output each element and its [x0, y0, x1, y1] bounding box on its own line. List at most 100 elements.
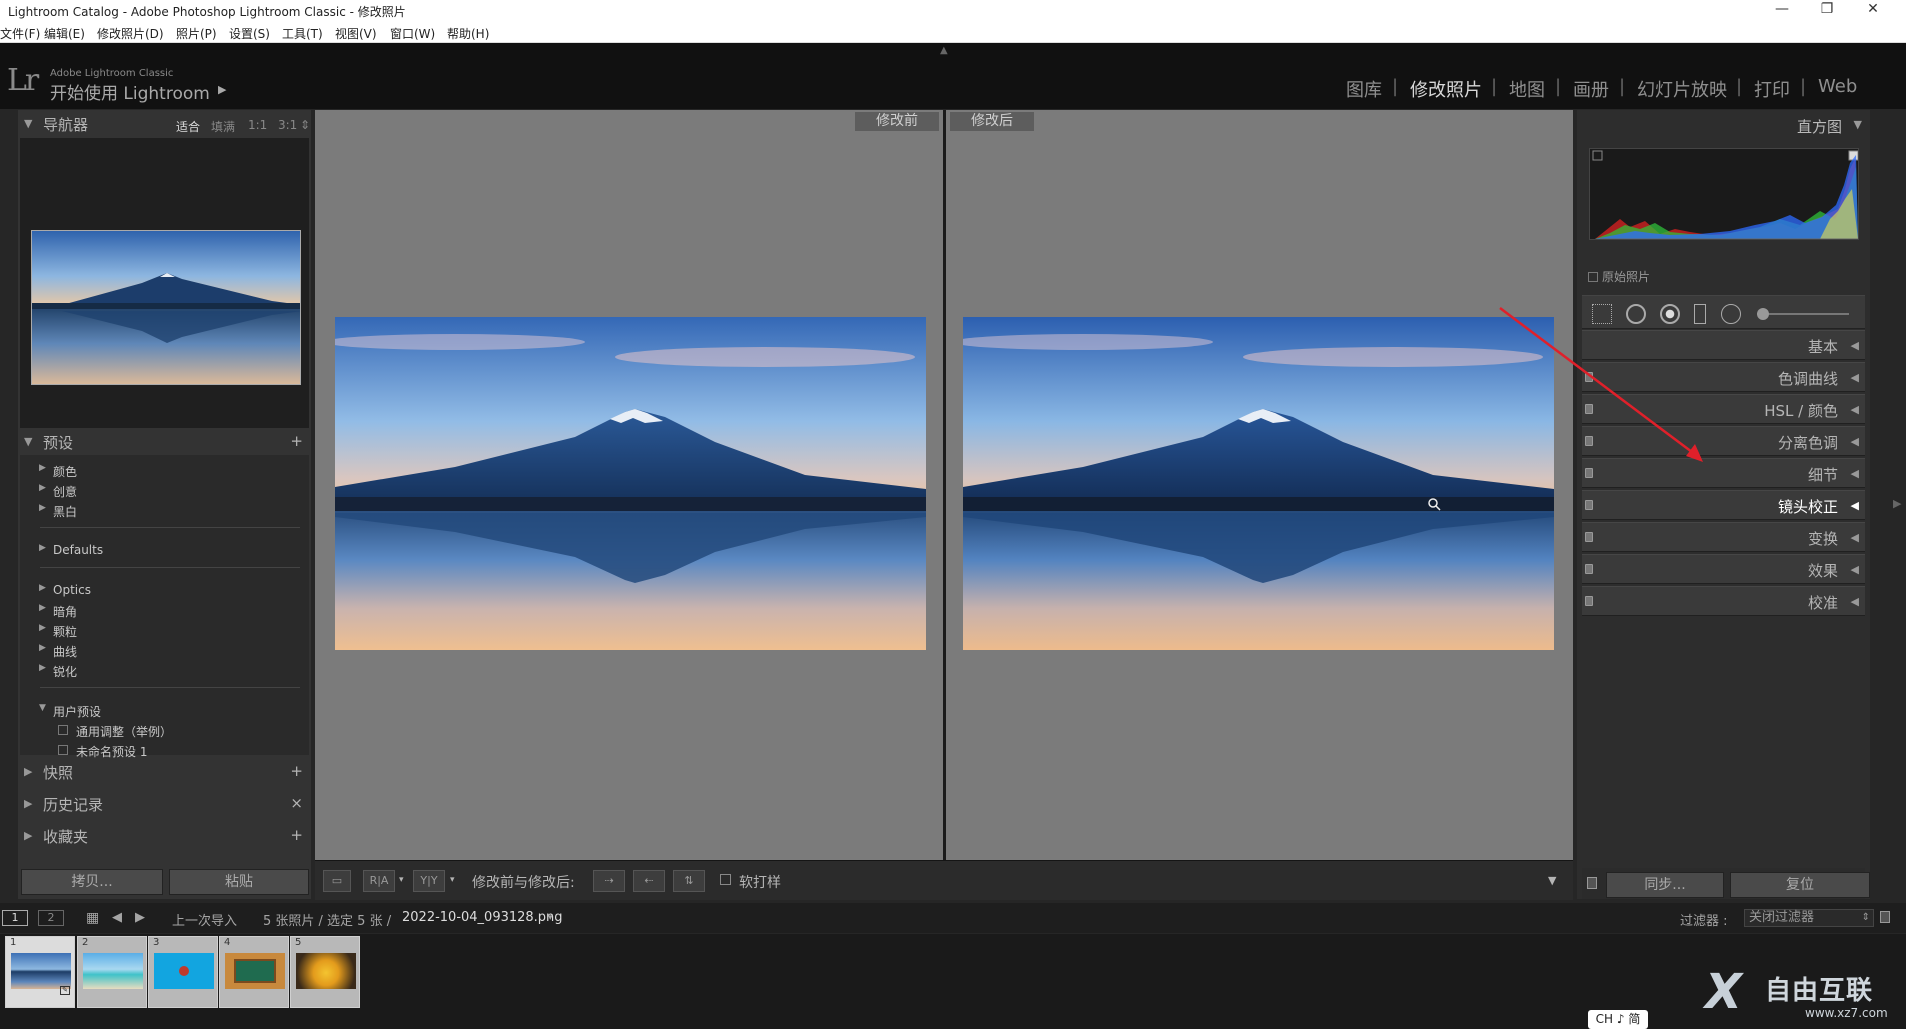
- section-transform[interactable]: 变换 ◀: [1582, 522, 1865, 552]
- histogram-header[interactable]: 直方图 ▼: [1577, 110, 1870, 138]
- before-after-lr-button[interactable]: R|A: [363, 870, 395, 892]
- ime-indicator[interactable]: CH ♪ 简: [1588, 1010, 1648, 1029]
- preset-group[interactable]: ▶ 颗粒: [20, 621, 309, 639]
- menu-photo[interactable]: 照片(P): [176, 25, 217, 42]
- module-book[interactable]: 画册: [1573, 76, 1609, 102]
- filmstrip-thumb[interactable]: 3: [148, 936, 218, 1008]
- copy-after-to-before-icon[interactable]: ⇠: [633, 870, 665, 892]
- source-label[interactable]: 上一次导入: [172, 910, 237, 929]
- navigator-header[interactable]: ▼ 导航器 适合 填满 1:1 3:1 ⇕: [18, 110, 311, 138]
- brush-slider[interactable]: [1757, 313, 1849, 315]
- original-photo-toggle[interactable]: 原始照片: [1588, 268, 1650, 285]
- getting-started-link[interactable]: 开始使用 Lightroom: [50, 79, 210, 104]
- preset-group[interactable]: ▶ Optics: [20, 581, 309, 599]
- zoom-fit[interactable]: 适合: [176, 118, 200, 135]
- copy-settings-button[interactable]: 拷贝...: [21, 869, 163, 895]
- reset-button[interactable]: 复位: [1730, 872, 1870, 898]
- history-header[interactable]: ▶ 历史记录 ×: [18, 790, 311, 818]
- menu-view[interactable]: 视图(V): [335, 25, 377, 42]
- module-develop[interactable]: 修改照片: [1410, 76, 1482, 102]
- histogram[interactable]: [1589, 148, 1859, 240]
- presets-header[interactable]: ▼ 预设 +: [18, 428, 311, 456]
- navigator-preview-area[interactable]: [20, 138, 309, 428]
- preset-group[interactable]: ▶ 黑白: [20, 501, 309, 519]
- snapshots-header[interactable]: ▶ 快照 +: [18, 758, 311, 786]
- module-web[interactable]: Web: [1818, 76, 1857, 97]
- right-panel-toggle-icon[interactable]: ▶: [1893, 497, 1901, 510]
- section-switch[interactable]: [1585, 564, 1593, 574]
- adjustment-brush-icon[interactable]: [1757, 308, 1769, 320]
- auto-sync-switch[interactable]: [1587, 877, 1597, 889]
- preset-item[interactable]: 通用调整（举例）: [20, 721, 309, 739]
- preset-group[interactable]: ▶ 暗角: [20, 601, 309, 619]
- preset-group-user[interactable]: ▼ 用户预设: [20, 701, 309, 719]
- collections-header[interactable]: ▶ 收藏夹 +: [18, 822, 311, 850]
- module-map[interactable]: 地图: [1509, 76, 1545, 102]
- loupe-view-button[interactable]: ▭: [323, 870, 351, 892]
- second-screen-button[interactable]: 2: [38, 910, 64, 926]
- dropdown-arrow-icon[interactable]: ▾: [450, 875, 455, 885]
- restore-icon[interactable]: ❐: [1807, 1, 1847, 17]
- before-after-split-button[interactable]: Y|Y: [413, 870, 445, 892]
- preset-group[interactable]: ▶ 曲线: [20, 641, 309, 659]
- paste-settings-button[interactable]: 粘贴: [169, 869, 309, 895]
- module-library[interactable]: 图库: [1346, 76, 1382, 102]
- collapse-triangle-icon[interactable]: ▼: [24, 117, 32, 130]
- zoom-dropdown-icon[interactable]: ⇕: [300, 118, 310, 132]
- expand-triangle-icon[interactable]: ▶: [24, 765, 32, 778]
- zoom-1-1[interactable]: 1:1: [248, 118, 267, 132]
- grid-view-icon[interactable]: ▦: [86, 910, 99, 926]
- section-switch[interactable]: [1585, 500, 1593, 510]
- collapse-triangle-icon[interactable]: ▼: [24, 435, 32, 448]
- close-icon[interactable]: ✕: [1853, 1, 1893, 17]
- expand-triangle-icon[interactable]: ▶: [24, 797, 32, 810]
- before-photo[interactable]: [335, 317, 926, 650]
- navigator-thumbnail[interactable]: [31, 230, 301, 385]
- section-calibration[interactable]: 校准 ◀: [1582, 586, 1865, 616]
- section-effects[interactable]: 效果 ◀: [1582, 554, 1865, 584]
- sync-button[interactable]: 同步...: [1606, 872, 1724, 898]
- module-slideshow[interactable]: 幻灯片放映: [1637, 76, 1727, 102]
- filename-dropdown-icon[interactable]: ▾: [548, 913, 553, 923]
- add-snapshot-icon[interactable]: +: [290, 762, 303, 780]
- module-print[interactable]: 打印: [1754, 76, 1790, 102]
- zoom-fill[interactable]: 填满: [211, 118, 235, 135]
- filmstrip-thumb[interactable]: 4: [219, 936, 289, 1008]
- after-photo[interactable]: [963, 317, 1554, 650]
- swap-before-after-icon[interactable]: ⇅: [673, 870, 705, 892]
- menu-tools[interactable]: 工具(T): [282, 25, 323, 42]
- add-preset-icon[interactable]: +: [290, 432, 303, 450]
- filter-select[interactable]: 关闭过滤器 ⇕: [1744, 909, 1874, 927]
- toolbar-dropdown-icon[interactable]: ▼: [1548, 874, 1556, 887]
- preset-group[interactable]: ▶ 锐化: [20, 661, 309, 679]
- menu-window[interactable]: 窗口(W): [390, 25, 435, 42]
- expand-triangle-icon[interactable]: ▶: [24, 829, 32, 842]
- main-screen-button[interactable]: 1: [2, 910, 28, 926]
- dropdown-arrow-icon[interactable]: ▾: [399, 875, 404, 885]
- back-arrow-icon[interactable]: ◀: [112, 910, 122, 925]
- zoom-3-1[interactable]: 3:1: [278, 118, 297, 132]
- filename-label[interactable]: 2022-10-04_093128.png: [402, 910, 563, 925]
- filter-lock-switch[interactable]: [1880, 911, 1890, 923]
- preset-group[interactable]: ▶ Defaults: [20, 541, 309, 559]
- collapse-triangle-icon[interactable]: ▼: [1854, 118, 1862, 131]
- preset-group[interactable]: ▶ 颜色: [20, 461, 309, 479]
- copy-before-to-after-icon[interactable]: ⇢: [593, 870, 625, 892]
- soft-proof-checkbox[interactable]: [720, 874, 731, 885]
- menu-develop[interactable]: 修改照片(D): [97, 25, 164, 42]
- clear-history-icon[interactable]: ×: [290, 794, 303, 812]
- filmstrip-thumb[interactable]: 2: [77, 936, 147, 1008]
- radial-filter-icon[interactable]: [1721, 304, 1741, 324]
- forward-arrow-icon[interactable]: ▶: [135, 910, 145, 925]
- section-switch[interactable]: [1585, 596, 1593, 606]
- add-collection-icon[interactable]: +: [290, 826, 303, 844]
- original-photo-checkbox[interactable]: [1588, 272, 1598, 282]
- collapse-top-panel-icon[interactable]: ▲: [940, 45, 948, 56]
- section-switch[interactable]: [1585, 532, 1593, 542]
- menu-file[interactable]: 文件(F): [0, 25, 40, 42]
- filmstrip-thumb[interactable]: 1 ✎: [5, 936, 75, 1008]
- minimize-icon[interactable]: —: [1762, 1, 1802, 17]
- preset-group[interactable]: ▶ 创意: [20, 481, 309, 499]
- preset-item[interactable]: 未命名预设 1: [20, 741, 309, 759]
- filmstrip-thumb[interactable]: 5: [290, 936, 360, 1008]
